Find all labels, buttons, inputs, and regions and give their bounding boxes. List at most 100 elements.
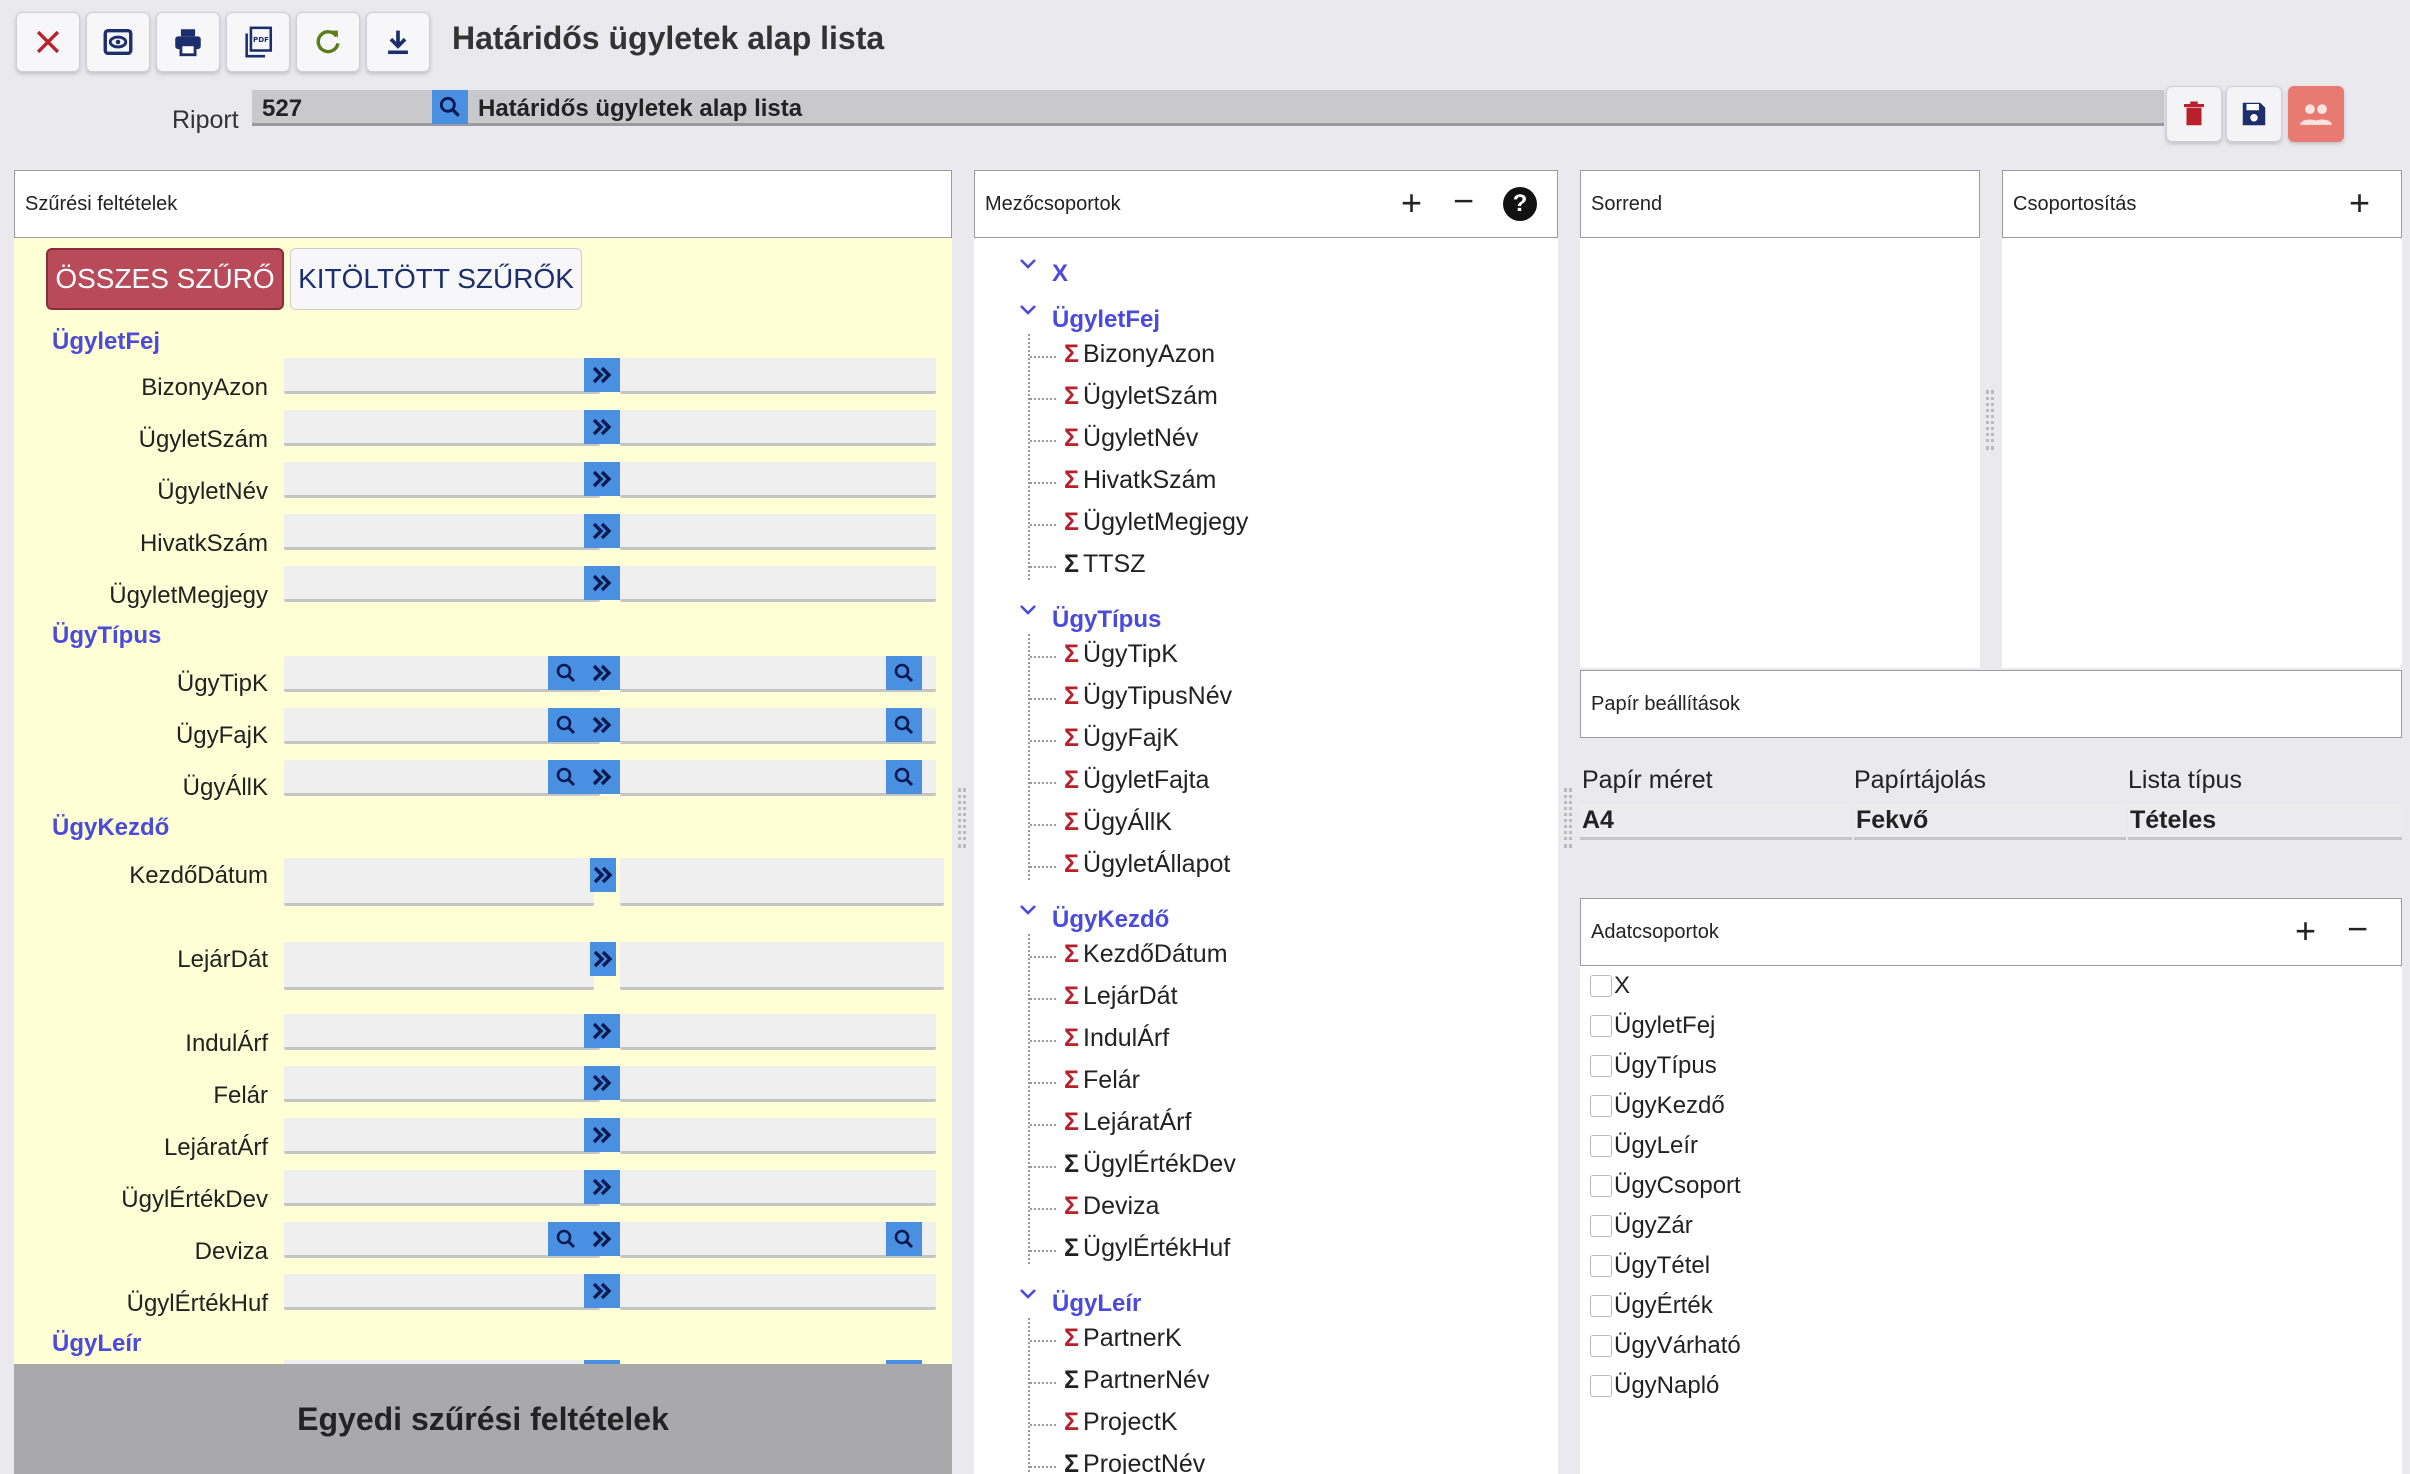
filter-to-input[interactable] [620, 566, 936, 602]
tree-expand-toggle[interactable] [1016, 898, 1040, 922]
riport-search-button[interactable] [432, 90, 468, 124]
filter-from-input[interactable] [284, 1170, 600, 1206]
data-group-item[interactable]: ÜgyTípus [1590, 1052, 1717, 1080]
tree-expand-toggle[interactable] [1016, 598, 1040, 622]
tree-group-label[interactable]: X [1052, 260, 1068, 288]
tree-field-item[interactable]: Σ ÜgyFajK [1064, 724, 1179, 753]
data-group-checkbox[interactable] [1590, 1375, 1612, 1397]
tree-field-item[interactable]: Σ ProjectK [1064, 1408, 1178, 1437]
filter-to-input[interactable] [620, 942, 944, 990]
filter-copy-button[interactable] [584, 566, 620, 600]
tree-group-label[interactable]: ÜgyTípus [1052, 606, 1161, 634]
tree-field-item[interactable]: Σ ÜgyÁllK [1064, 808, 1172, 837]
data-group-checkbox[interactable] [1590, 1135, 1612, 1157]
filter-copy-button[interactable] [584, 1066, 620, 1100]
tree-field-item[interactable]: Σ ÜgyletÁllapot [1064, 850, 1230, 879]
resize-handle-left[interactable] [958, 788, 966, 848]
filter-to-search-button[interactable] [886, 1222, 922, 1256]
list-type-select[interactable]: Tételes [2128, 804, 2402, 840]
filter-to-input[interactable] [620, 462, 936, 498]
tree-field-item[interactable]: Σ ÜgylÉrtékHuf [1064, 1234, 1230, 1263]
filter-from-search-button[interactable] [548, 760, 584, 794]
data-group-item[interactable]: X [1590, 972, 1630, 1000]
filter-copy-button[interactable] [584, 760, 620, 794]
resize-handle-right[interactable] [1986, 390, 1994, 450]
tree-field-item[interactable]: Σ Felár [1064, 1066, 1140, 1095]
filter-copy-button[interactable] [584, 514, 620, 548]
tree-field-item[interactable]: Σ ÜgyletNév [1064, 424, 1198, 453]
data-group-item[interactable]: ÜgyTétel [1590, 1252, 1710, 1280]
data-group-item[interactable]: ÜgyVárható [1590, 1332, 1741, 1360]
data-group-item[interactable]: ÜgyletFej [1590, 1012, 1715, 1040]
filter-to-input[interactable] [620, 1170, 936, 1206]
filter-from-search-button[interactable] [548, 1222, 584, 1256]
filter-to-input[interactable] [620, 858, 944, 906]
filter-to-input[interactable] [620, 1274, 936, 1310]
data-group-item[interactable]: ÜgyNapló [1590, 1372, 1719, 1400]
filter-copy-button[interactable] [584, 1170, 620, 1204]
download-button[interactable] [366, 12, 430, 72]
filter-from-input[interactable] [284, 462, 600, 498]
filter-from-input[interactable] [284, 358, 600, 394]
paper-size-select[interactable]: A4 [1580, 804, 1852, 840]
filter-from-search-button[interactable] [548, 708, 584, 742]
filter-copy-button[interactable] [590, 942, 616, 976]
filled-filters-button[interactable]: KITÖLTÖTT SZŰRŐK [290, 248, 582, 310]
riport-field[interactable]: 527 Határidős ügyletek alap lista [252, 90, 2164, 126]
preview-button[interactable] [86, 12, 150, 72]
save-button[interactable] [2226, 86, 2282, 142]
filter-to-input[interactable] [620, 1066, 936, 1102]
filter-copy-button[interactable] [584, 462, 620, 496]
close-button[interactable] [16, 12, 80, 72]
filter-from-input[interactable] [284, 1066, 600, 1102]
filter-to-search-button[interactable] [886, 760, 922, 794]
filter-from-input[interactable] [284, 566, 600, 602]
tree-group-label[interactable]: ÜgyletFej [1052, 306, 1160, 334]
tree-field-item[interactable]: Σ ÜgyletMegjegy [1064, 508, 1248, 537]
data-group-item[interactable]: ÜgyCsoport [1590, 1172, 1741, 1200]
filter-copy-button[interactable] [584, 1222, 620, 1256]
help-button[interactable]: ? [1503, 187, 1537, 221]
data-group-checkbox[interactable] [1590, 975, 1612, 997]
all-filters-button[interactable]: ÖSSZES SZŰRŐ [46, 248, 284, 310]
filter-to-input[interactable] [620, 514, 936, 550]
filter-from-input[interactable] [284, 858, 594, 906]
remove-group-button[interactable]: − [1453, 183, 1474, 219]
data-group-checkbox[interactable] [1590, 1095, 1612, 1117]
tree-expand-toggle[interactable] [1016, 252, 1040, 276]
add-grouping-button[interactable]: + [2349, 185, 2370, 221]
filter-copy-button[interactable] [584, 1274, 620, 1308]
tree-field-item[interactable]: Σ BizonyAzon [1064, 340, 1215, 369]
paper-orientation-select[interactable]: Fekvő [1854, 804, 2126, 840]
data-group-checkbox[interactable] [1590, 1255, 1612, 1277]
tree-field-item[interactable]: Σ PartnerNév [1064, 1366, 1209, 1395]
tree-field-item[interactable]: Σ ÜgyTipusNév [1064, 682, 1232, 711]
tree-field-item[interactable]: Σ ÜgylÉrtékDev [1064, 1150, 1236, 1179]
filter-from-input[interactable] [284, 514, 600, 550]
resize-handle-mid[interactable] [1564, 788, 1572, 848]
tree-field-item[interactable]: Σ LejáratÁrf [1064, 1108, 1191, 1137]
filter-to-input[interactable] [620, 410, 936, 446]
filter-copy-button[interactable] [584, 1118, 620, 1152]
filter-from-input[interactable] [284, 1274, 600, 1310]
tree-field-item[interactable]: Σ TTSZ [1064, 550, 1146, 579]
filter-copy-button[interactable] [584, 1014, 620, 1048]
share-users-button[interactable] [2288, 86, 2344, 142]
tree-field-item[interactable]: Σ KezdőDátum [1064, 940, 1228, 969]
delete-button[interactable] [2166, 86, 2222, 142]
tree-field-item[interactable]: Σ PartnerK [1064, 1324, 1182, 1353]
tree-group-label[interactable]: ÜgyLeír [1052, 1290, 1141, 1318]
filter-from-input[interactable] [284, 410, 600, 446]
tree-expand-toggle[interactable] [1016, 298, 1040, 322]
tree-field-item[interactable]: Σ ÜgyletSzám [1064, 382, 1218, 411]
data-group-checkbox[interactable] [1590, 1175, 1612, 1197]
sort-panel-body[interactable] [1580, 238, 1980, 668]
tree-field-item[interactable]: Σ LejárDát [1064, 982, 1178, 1011]
filter-from-input[interactable] [284, 1118, 600, 1154]
refresh-button[interactable] [296, 12, 360, 72]
add-group-button[interactable]: + [1401, 185, 1422, 221]
data-group-item[interactable]: ÜgyLeír [1590, 1132, 1698, 1160]
grouping-panel-body[interactable] [2002, 238, 2402, 668]
filter-copy-button[interactable] [584, 410, 620, 444]
filter-copy-button[interactable] [584, 656, 620, 690]
